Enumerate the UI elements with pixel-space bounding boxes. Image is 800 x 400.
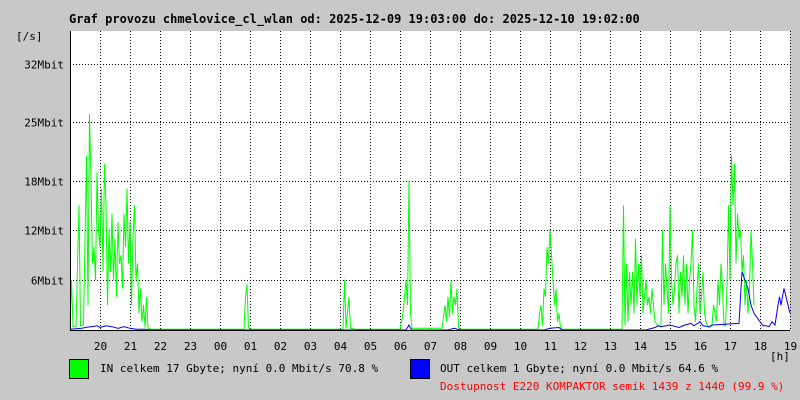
y-tick-label: 32Mbit: [24, 59, 64, 72]
y-tick-label: 12Mbit: [24, 225, 64, 238]
y-tick-label: 6Mbit: [31, 275, 64, 288]
x-tick-label: 05: [364, 340, 377, 353]
legend-in-swatch: [69, 359, 89, 379]
availability-text: Dostupnost E220 KOMPAKTOR semik 1439 z 1…: [440, 380, 785, 393]
x-axis-label: [h]: [770, 350, 790, 363]
x-tick-label: 15: [664, 340, 677, 353]
x-tick-label: 03: [304, 340, 317, 353]
y-tick-label: 18Mbit: [24, 176, 64, 189]
traffic-chart: 6Mbit 12Mbit 18Mbit 25Mbit 32Mbit 20 21 22 23 00 0…: [16, 30, 797, 363]
x-tick-label: 10: [514, 340, 527, 353]
x-tick-label: 17: [724, 340, 737, 353]
x-tick-label: 18: [754, 340, 767, 353]
x-tick-label: 09: [484, 340, 497, 353]
x-tick-label: 16: [694, 340, 707, 353]
x-tick-label: 06: [394, 340, 407, 353]
x-tick-label: 04: [334, 340, 348, 353]
x-tick-label: 08: [454, 340, 467, 353]
x-tick-label: 20: [94, 340, 107, 353]
x-tick-label: 14: [634, 340, 648, 353]
x-tick-label: 23: [184, 340, 197, 353]
x-tick-label: 00: [214, 340, 227, 353]
x-tick-label: 12: [574, 340, 587, 353]
y-axis-label: [/s]: [16, 30, 43, 43]
x-tick-label: 22: [154, 340, 167, 353]
x-tick-label: 01: [244, 340, 257, 353]
x-tick-label: 02: [274, 340, 287, 353]
legend-in-text: IN celkem 17 Gbyte; nyní 0.0 Mbit/s 70.8…: [100, 362, 379, 375]
y-tick-label: 25Mbit: [24, 117, 64, 130]
legend-out-swatch: [410, 359, 430, 379]
legend-out-text: OUT celkem 1 Gbyte; nyní 0.0 Mbit/s 64.6…: [440, 362, 719, 375]
x-tick-label: 07: [424, 340, 437, 353]
x-tick-label: 13: [604, 340, 617, 353]
x-tick-label: 21: [124, 340, 137, 353]
x-tick-label: 11: [544, 340, 557, 353]
